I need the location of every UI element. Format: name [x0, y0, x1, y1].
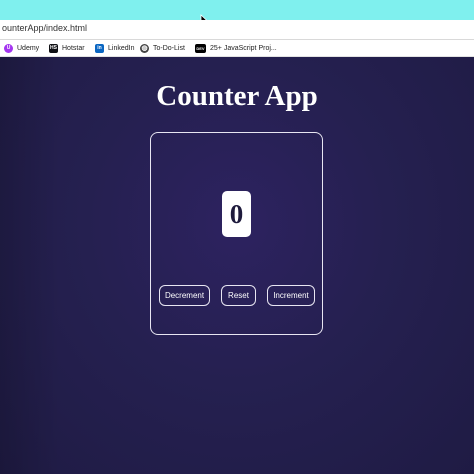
bookmark-linkedin[interactable]: in LinkedIn	[95, 42, 134, 54]
counter-value: 0	[222, 191, 251, 237]
bookmark-javascript-projects[interactable]: DEV 25+ JavaScript Proj...	[195, 42, 277, 54]
decrement-button[interactable]: Decrement	[159, 285, 210, 306]
dev-icon: DEV	[195, 43, 206, 53]
bookmark-label: Udemy	[17, 44, 40, 52]
bookmark-label: 25+ JavaScript Proj...	[210, 44, 277, 52]
bookmark-label: LinkedIn	[108, 44, 135, 52]
bookmark-hotstar[interactable]: HS Hotstar	[49, 42, 85, 54]
linkedin-icon: in	[95, 43, 104, 53]
bookmarks-bar: U Udemy HS Hotstar in LinkedIn ◍ To-Do-L…	[0, 40, 474, 57]
udemy-icon: U	[4, 43, 13, 53]
page-title: Counter App	[156, 80, 318, 112]
bookmark-to-do-list[interactable]: ◍ To-Do-List	[140, 42, 185, 54]
address-bar[interactable]: ounterApp/index.html	[0, 20, 474, 40]
window-top-bar	[0, 0, 474, 20]
bookmark-label: Hotstar	[62, 44, 85, 52]
bookmark-label: To-Do-List	[153, 44, 185, 52]
hotstar-icon: HS	[49, 43, 58, 53]
globe-icon: ◍	[140, 43, 149, 53]
increment-button[interactable]: Increment	[267, 285, 315, 306]
bookmark-udemy[interactable]: U Udemy	[4, 42, 39, 54]
address-url[interactable]: ounterApp/index.html	[2, 23, 87, 33]
reset-button[interactable]: Reset	[221, 285, 256, 306]
